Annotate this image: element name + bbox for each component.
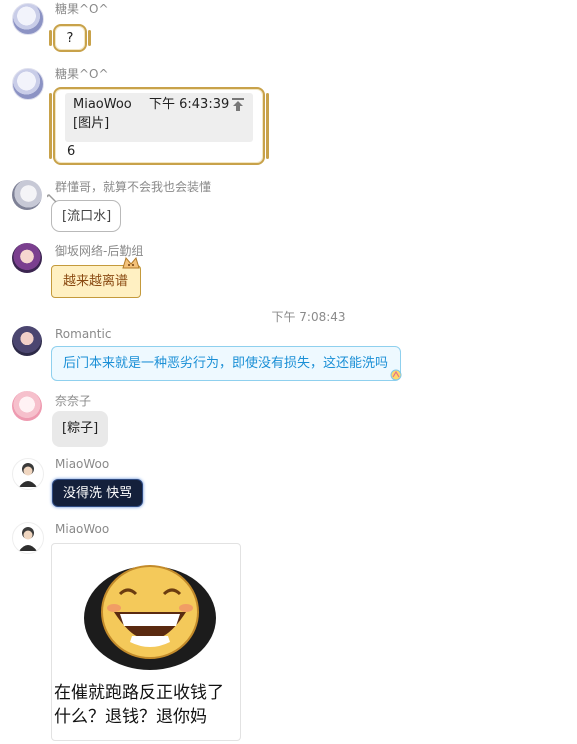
avatar[interactable] [12,326,42,356]
sender-name[interactable]: MiaoWoo [55,522,109,536]
quote-time: 下午 6:43:39 [149,97,230,112]
avatar-figure-icon [19,527,37,551]
message-text: [粽子] [62,421,99,436]
message-text: ? [66,31,74,46]
message-bubble[interactable]: [粽子] [52,411,108,447]
message-bubble[interactable]: 越来越离谱 [51,265,141,298]
avatar[interactable] [12,458,44,490]
message-bubble[interactable]: ? [49,24,91,52]
jump-to-message-icon[interactable] [231,97,245,112]
avatar[interactable] [12,180,42,210]
message-text: 后门本来就是一种恶劣行为，即使没有损失，这还能洗吗 [63,356,389,371]
quote-author: MiaoWoo [73,97,132,112]
avatar[interactable] [12,243,42,273]
cat-ears-icon [122,256,140,269]
message-bubble[interactable]: 后门本来就是一种恶劣行为，即使没有损失，这还能洗吗 [51,346,401,381]
meme-caption-line-2: 什么？退钱？退你妈 [54,707,207,727]
sender-name[interactable]: Romantic [55,327,111,341]
avatar[interactable] [12,68,44,100]
sender-name[interactable]: 群懂哥，就算不会我也会装懂 [55,178,211,195]
sender-name[interactable]: 奈奈子 [55,392,91,409]
message-text: 越来越离谱 [63,274,129,289]
sender-name[interactable]: 糖果^O^ [55,0,109,17]
avatar[interactable] [12,522,44,554]
reply-quote[interactable]: MiaoWoo 下午 6:43:39 [图片] [65,93,253,142]
laughing-face-meme-icon [84,565,216,670]
image-message[interactable]: 在催就跑路反正收钱了 什么？退钱？退你妈 [51,543,241,741]
message-bubble[interactable]: [流口水] [51,200,121,232]
message-text: 6 [67,144,76,159]
avatar[interactable] [12,3,44,35]
time-divider: 下午 7:08:43 [271,310,346,324]
message-text: 没得洗 快骂 [63,486,133,501]
meme-caption-line-1: 在催就跑路反正收钱了 [54,683,224,703]
message-text: [流口水] [62,209,112,224]
sender-name[interactable]: MiaoWoo [55,457,109,471]
avatar[interactable] [12,391,42,421]
sender-name[interactable]: 糖果^O^ [55,65,109,82]
message-bubble[interactable]: MiaoWoo 下午 6:43:39 [图片] 6 [49,87,269,165]
paperclip-icon [46,194,57,203]
avatar-figure-icon [19,463,37,487]
quote-content: [图片] [73,116,110,131]
message-bubble[interactable]: 没得洗 快骂 [52,479,143,507]
sparkle-icon [390,369,402,381]
